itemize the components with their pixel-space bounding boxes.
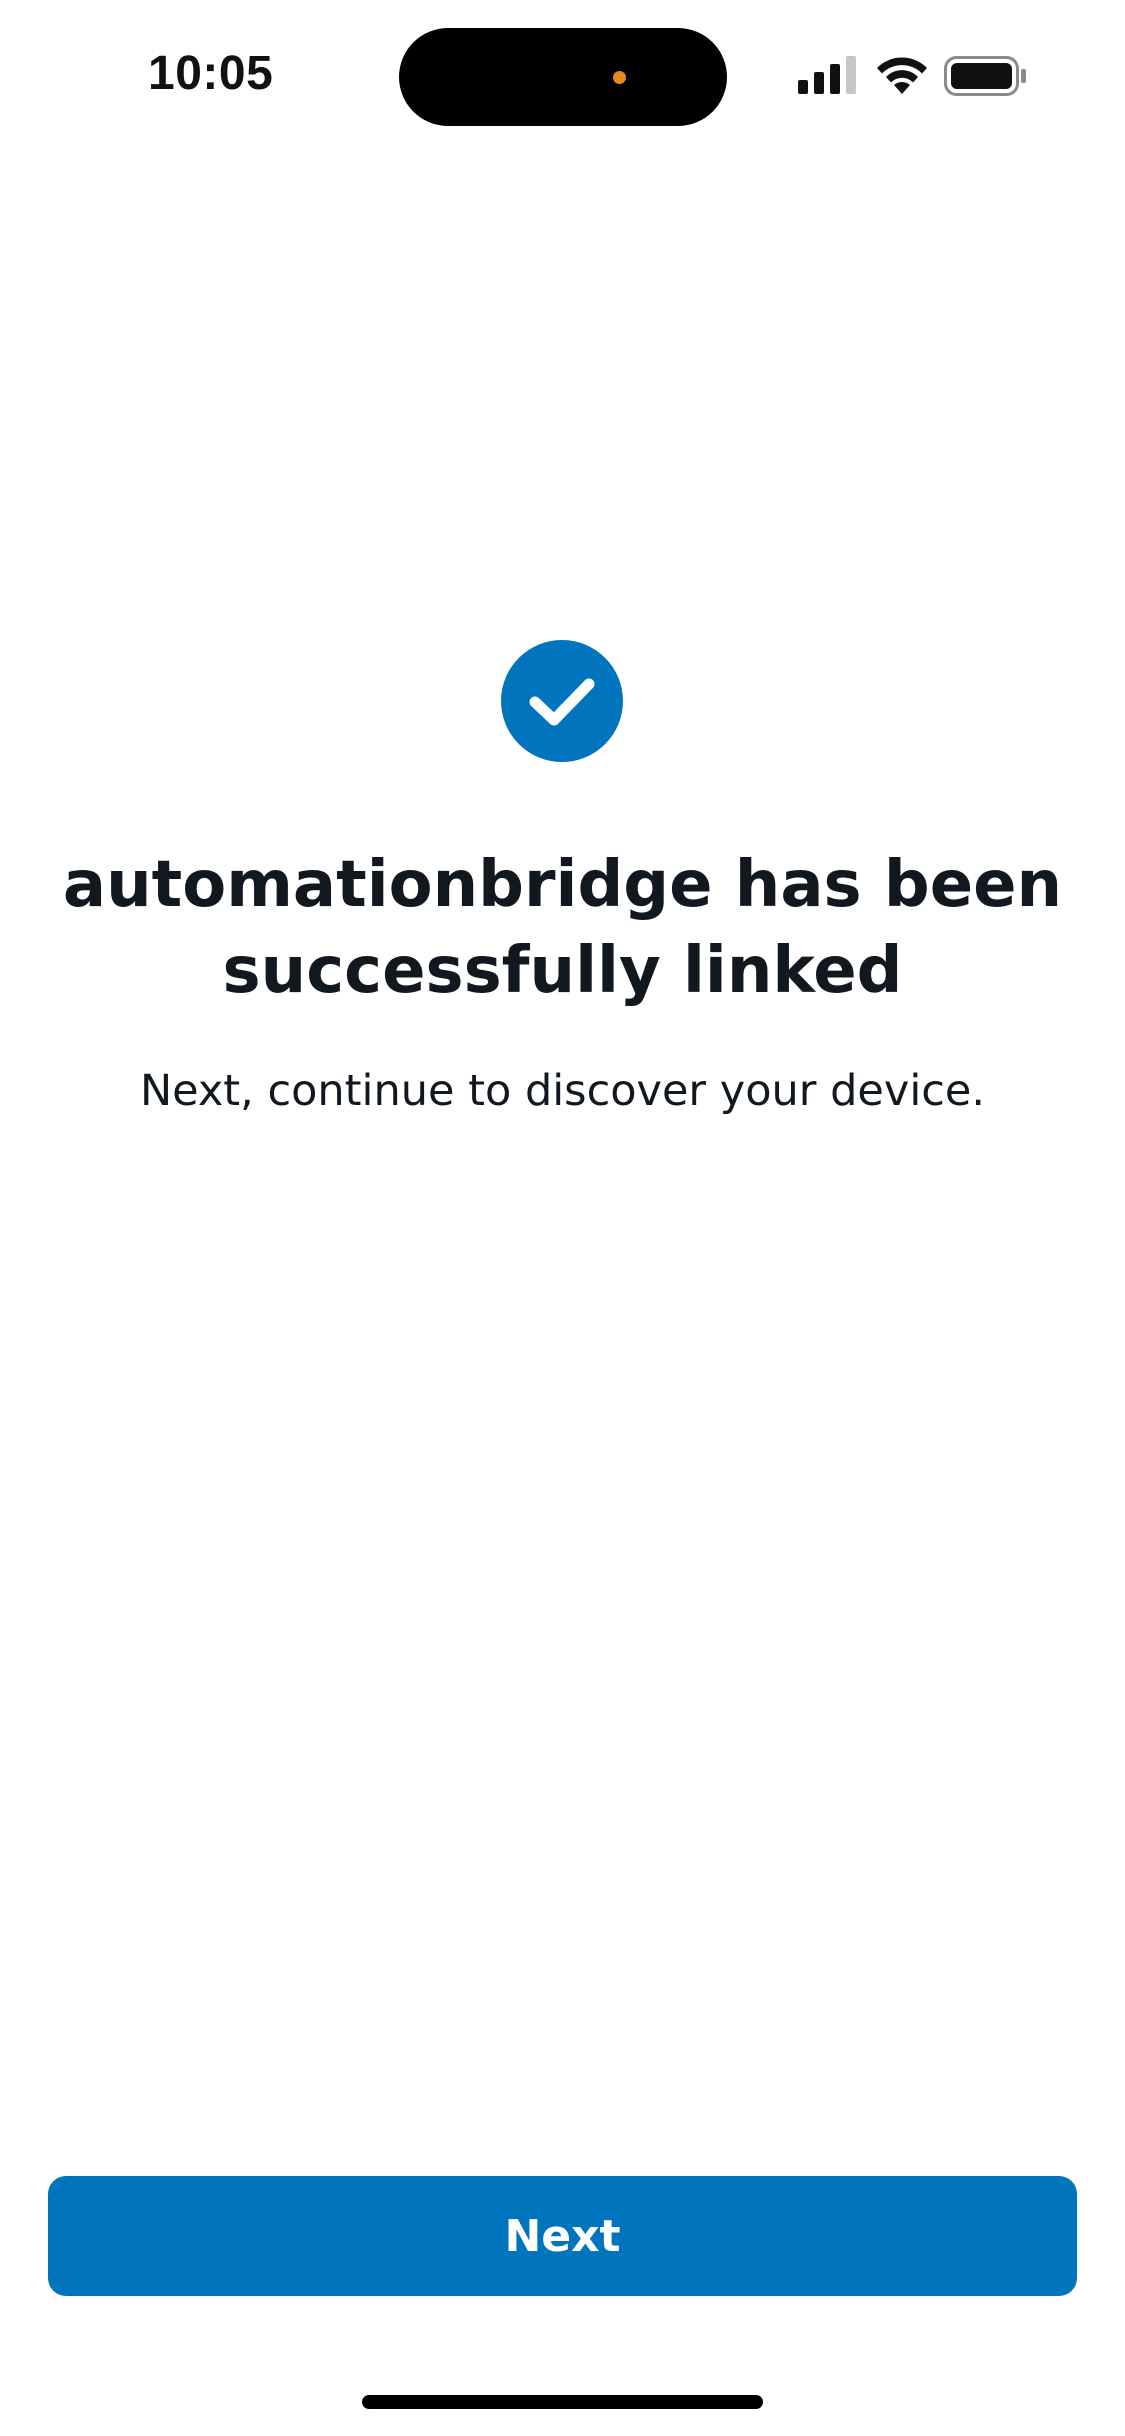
home-indicator[interactable] xyxy=(362,2395,763,2409)
signal-icon xyxy=(798,56,856,94)
success-headline: automationbridge has been successfully l… xyxy=(62,848,1063,1008)
status-bar: 10:05 xyxy=(0,0,1125,140)
dynamic-island xyxy=(399,28,727,126)
battery-icon xyxy=(944,56,1026,96)
next-button[interactable]: Next xyxy=(48,2176,1077,2296)
camera-indicator-dot xyxy=(613,71,626,84)
check-circle-icon xyxy=(501,640,623,762)
screen: 10:05 automationbridge has been successf… xyxy=(0,0,1125,2436)
success-subtext: Next, continue to discover your device. xyxy=(139,1066,986,1116)
status-time: 10:05 xyxy=(148,47,274,100)
wifi-icon xyxy=(877,57,927,94)
